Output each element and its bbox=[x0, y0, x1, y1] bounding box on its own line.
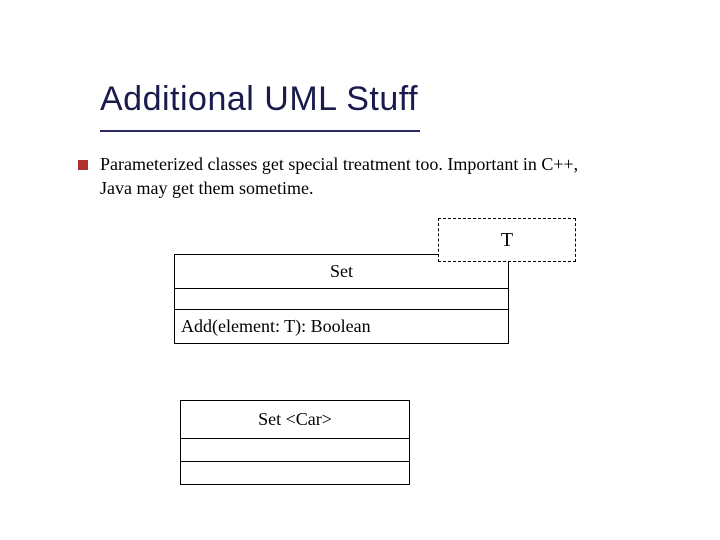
title-underline bbox=[100, 130, 420, 132]
slide-title: Additional UML Stuff bbox=[100, 80, 418, 119]
uml-attributes-empty bbox=[174, 288, 509, 309]
uml-class-bound: Set <Car> bbox=[180, 400, 410, 485]
bullet-icon bbox=[78, 160, 88, 170]
template-parameter-box: T bbox=[438, 218, 576, 262]
uml-class-parameterized: Set Add(element: T): Boolean bbox=[174, 254, 509, 344]
uml-bound-class-name: Set <Car> bbox=[180, 400, 410, 438]
uml-operation: Add(element: T): Boolean bbox=[174, 309, 509, 344]
description-text: Parameterized classes get special treatm… bbox=[100, 152, 580, 201]
uml-bound-attributes-empty bbox=[180, 438, 410, 461]
uml-bound-operations-empty bbox=[180, 461, 410, 485]
